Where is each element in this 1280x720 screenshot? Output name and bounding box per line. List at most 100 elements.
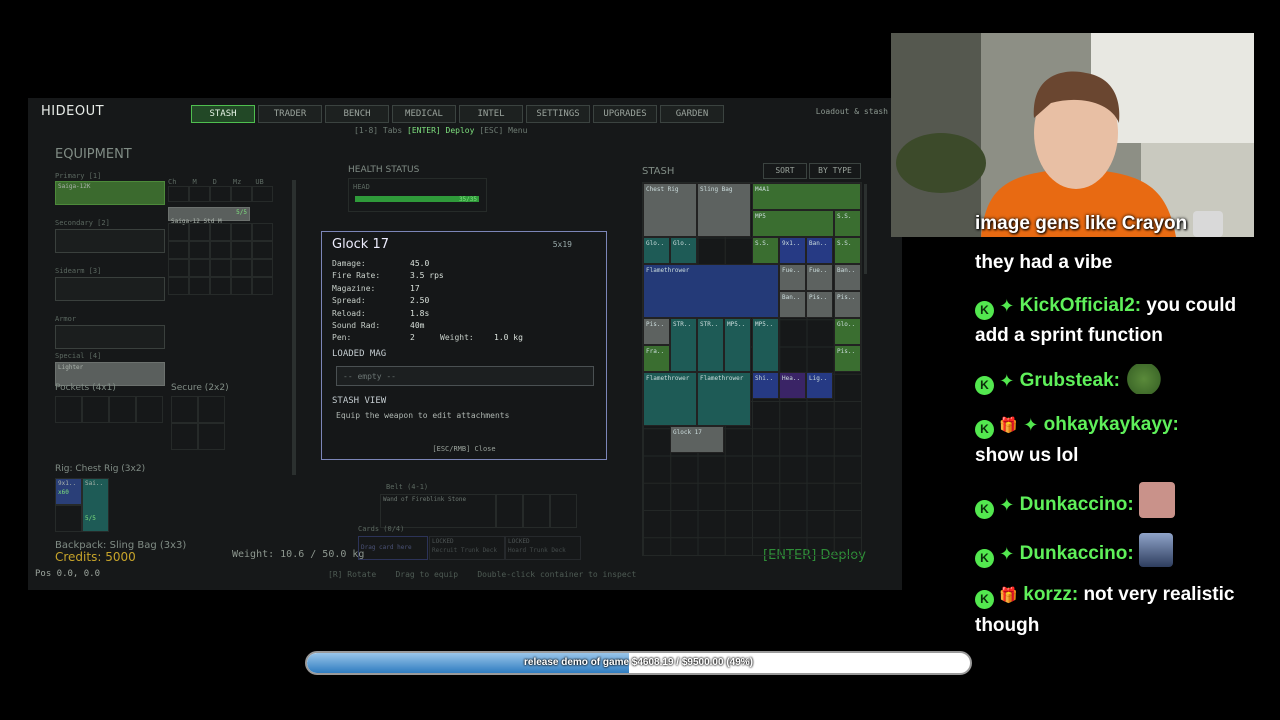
stash-item-ss[interactable]: S.S. bbox=[834, 210, 861, 237]
tab-trader[interactable]: TRADER bbox=[258, 105, 322, 123]
pocket-slot[interactable] bbox=[82, 396, 109, 423]
stash-item-ss[interactable]: S.S. bbox=[752, 237, 779, 264]
stash-item-bandage[interactable]: Ban.. bbox=[834, 264, 861, 291]
stash-item-chest-rig[interactable]: Chest Rig bbox=[643, 183, 697, 237]
grid-cell bbox=[189, 241, 210, 259]
locked-sub: Hoard Trunk Deck bbox=[508, 547, 566, 554]
tab-intel[interactable]: INTEL bbox=[459, 105, 523, 123]
belt-slot[interactable] bbox=[523, 494, 550, 528]
grid-cell bbox=[252, 241, 273, 259]
tab-garden[interactable]: GARDEN bbox=[660, 105, 724, 123]
stash-item-fuel[interactable]: Fue.. bbox=[806, 264, 833, 291]
stash-item-glock-17[interactable]: Glock 17 bbox=[670, 426, 724, 453]
stash-item-fuel[interactable]: Fue.. bbox=[779, 264, 806, 291]
stash-item-lighter[interactable]: Lig.. bbox=[806, 372, 833, 399]
stash-item-mp5-mag[interactable]: MP5.. bbox=[724, 318, 751, 372]
chat-message-1: they had a vibe bbox=[975, 252, 1113, 273]
armor-slot[interactable] bbox=[55, 325, 165, 349]
equipment-scrollbar[interactable] bbox=[292, 180, 296, 475]
gift-badge-icon: 🎁 bbox=[999, 417, 1018, 434]
stash-item-pistol[interactable]: Pis.. bbox=[643, 318, 670, 345]
belt-slots: Wand of Fireblink Stone bbox=[380, 494, 577, 528]
stash-item-ss[interactable]: S.S. bbox=[834, 237, 861, 264]
rig-slot[interactable]: 9x1.. x60 bbox=[55, 478, 82, 505]
chat-username[interactable]: korzz: bbox=[1023, 584, 1078, 605]
stash-item-flamethrower[interactable]: Flamethrower bbox=[697, 372, 751, 426]
verified-badge-icon: ✦ bbox=[999, 495, 1015, 515]
stash-item-m4a1[interactable]: M4A1 bbox=[752, 183, 861, 210]
pocket-slot[interactable] bbox=[136, 396, 163, 423]
attachment-slot[interactable] bbox=[210, 186, 231, 202]
attachment-slot[interactable] bbox=[168, 186, 189, 202]
stash-item-bandage[interactable]: Ban.. bbox=[779, 291, 806, 318]
tab-upgrades[interactable]: UPGRADES bbox=[593, 105, 657, 123]
stash-item-glock[interactable]: Glo.. bbox=[834, 318, 861, 345]
by-type-button[interactable]: BY TYPE bbox=[809, 163, 861, 179]
secure-slot[interactable] bbox=[198, 423, 225, 450]
stash-item-sling-bag[interactable]: Sling Bag bbox=[697, 183, 751, 237]
stash-item-frag[interactable]: Fra.. bbox=[643, 345, 670, 372]
stat-label: Damage: bbox=[332, 259, 366, 268]
stash-item-mp5[interactable]: MP5 bbox=[752, 210, 834, 237]
sidearm-slot[interactable] bbox=[55, 277, 165, 301]
tab-medical[interactable]: MEDICAL bbox=[392, 105, 456, 123]
chat-username[interactable]: Dunkaccino: bbox=[1020, 494, 1134, 515]
stash-item-mp5-mag[interactable]: MP5.. bbox=[752, 318, 779, 372]
stash-item-health[interactable]: Hea.. bbox=[779, 372, 806, 399]
secure-slot[interactable] bbox=[198, 396, 225, 423]
verified-badge-icon: ✦ bbox=[999, 371, 1015, 391]
attached-item[interactable]: Saiga-12 Std M 5/5 bbox=[168, 207, 250, 225]
stat-row: Fire Rate: 3.5 rps bbox=[332, 271, 523, 283]
tab-bench[interactable]: BENCH bbox=[325, 105, 389, 123]
stash-item-flamethrower[interactable]: Flamethrower bbox=[643, 264, 779, 318]
sort-button[interactable]: SORT bbox=[763, 163, 807, 179]
tab-stash[interactable]: STASH bbox=[191, 105, 255, 123]
secure-slot[interactable] bbox=[171, 396, 198, 423]
primary-label: Primary [1] bbox=[55, 172, 102, 180]
belt-slot[interactable]: Wand of Fireblink Stone bbox=[380, 494, 496, 528]
belt-slot[interactable] bbox=[550, 494, 577, 528]
stash-item-9x19[interactable]: 9x1.. bbox=[779, 237, 806, 264]
stash-item-flamethrower[interactable]: Flamethrower bbox=[643, 372, 697, 426]
card-drop-zone[interactable]: Drag card here bbox=[358, 536, 428, 560]
chat-username[interactable]: ohkaykaykayy: bbox=[1044, 414, 1179, 435]
chat-username[interactable]: Dunkaccino: bbox=[1020, 543, 1134, 564]
stash-item-pistol[interactable]: Pis.. bbox=[806, 291, 833, 318]
attachment-slot[interactable] bbox=[231, 186, 252, 202]
rig-item-label: 9x1.. bbox=[58, 480, 77, 487]
attachment-slot[interactable] bbox=[252, 186, 273, 202]
rig-slot[interactable]: Sai.. 5/5 bbox=[82, 478, 109, 532]
chat-username[interactable]: Grubsteak: bbox=[1020, 370, 1120, 391]
stash-item-str[interactable]: STR.. bbox=[697, 318, 724, 372]
tab-settings[interactable]: SETTINGS bbox=[526, 105, 590, 123]
pockets-label: Pockets (4x1) bbox=[55, 383, 116, 393]
stash-item-glock[interactable]: Glo.. bbox=[670, 237, 697, 264]
chat-text: image gens like Crayon bbox=[975, 213, 1188, 234]
stash-item-glock[interactable]: Glo.. bbox=[643, 237, 670, 264]
loaded-mag-slot[interactable]: -- empty -- bbox=[336, 366, 594, 386]
kick-badge-icon: K bbox=[975, 301, 994, 320]
pocket-slot[interactable] bbox=[55, 396, 82, 423]
health-heading: HEALTH STATUS bbox=[348, 165, 420, 175]
loaded-mag-heading: LOADED MAG bbox=[332, 349, 387, 359]
pocket-slot[interactable] bbox=[109, 396, 136, 423]
stash-item-pistol[interactable]: Pis.. bbox=[834, 345, 861, 372]
stash-item-shield[interactable]: Shi.. bbox=[752, 372, 779, 399]
secondary-slot[interactable] bbox=[55, 229, 165, 253]
belt-slot[interactable] bbox=[496, 494, 523, 528]
secure-slot[interactable] bbox=[171, 423, 198, 450]
grid-cell bbox=[210, 277, 231, 295]
primary-slot[interactable]: Saiga-12K bbox=[55, 181, 165, 205]
modal-close-hint[interactable]: [ESC/RMB] Close bbox=[322, 445, 606, 453]
stash-scrollbar[interactable] bbox=[864, 184, 867, 274]
stash-item-12[interactable]: Ban.. bbox=[806, 237, 833, 264]
chat-message-7: K 🎁 korzz: not very realistic though bbox=[975, 580, 1265, 641]
hint-tabs: [1-8] Tabs bbox=[354, 126, 403, 135]
stash-grid[interactable]: Chest Rig Sling Bag M4A1 MP5 S.S. Glo.. … bbox=[642, 182, 862, 556]
stash-item-str[interactable]: STR.. bbox=[670, 318, 697, 372]
rig-slot[interactable] bbox=[55, 505, 82, 532]
attachment-slot[interactable] bbox=[189, 186, 210, 202]
stash-item-pistol[interactable]: Pis.. bbox=[834, 291, 861, 318]
chat-username[interactable]: KickOfficial2: bbox=[1020, 295, 1141, 316]
sidearm-label: Sidearm [3] bbox=[55, 267, 102, 275]
